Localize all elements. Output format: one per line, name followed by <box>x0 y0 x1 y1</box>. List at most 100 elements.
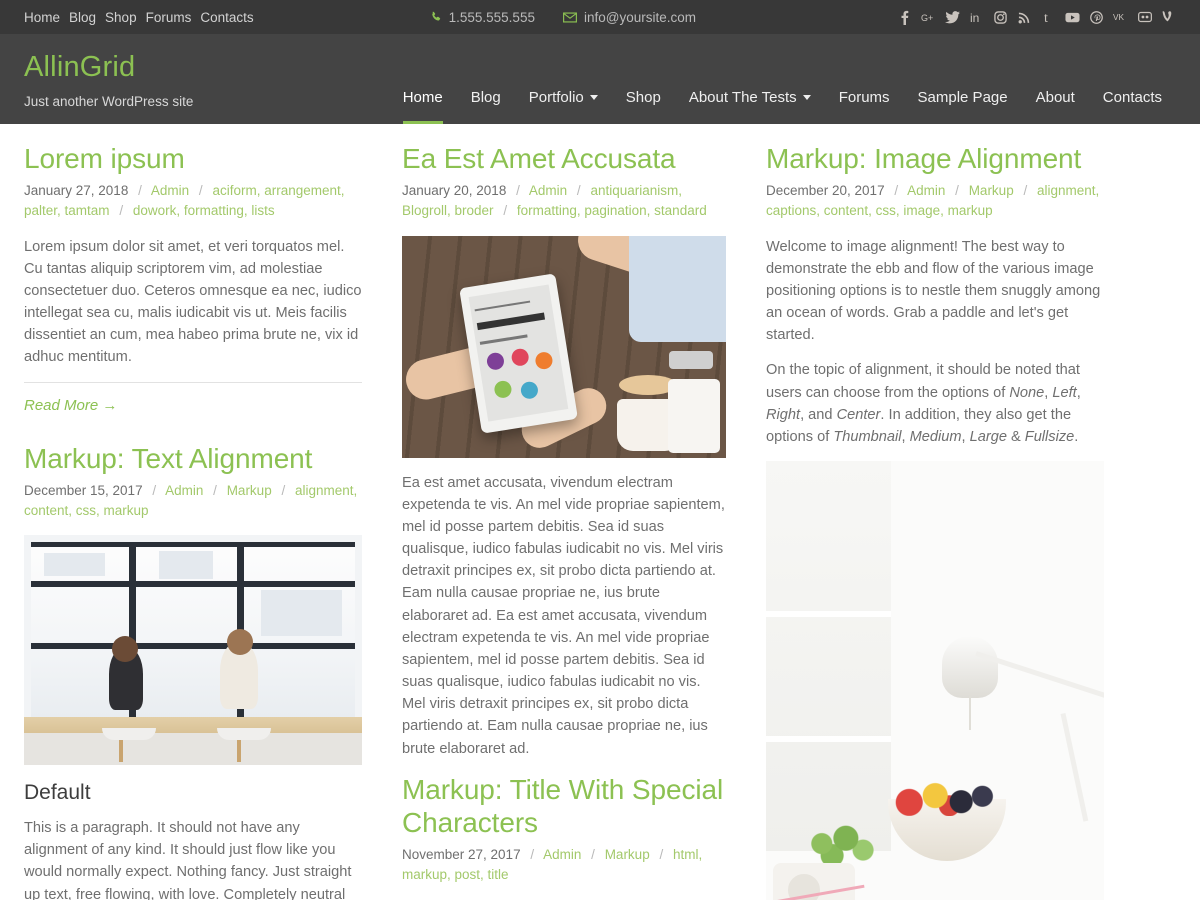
photo-building <box>260 590 342 637</box>
instagram-icon[interactable] <box>993 9 1008 26</box>
post-tags[interactable]: formatting, pagination, standard <box>517 203 707 218</box>
option-large: Large <box>969 428 1007 445</box>
photo-shirt <box>628 235 726 343</box>
post-title-link[interactable]: Lorem ipsum <box>24 143 185 174</box>
nav-item-portfolio[interactable]: Portfolio <box>515 89 612 124</box>
nav-label-forums: Forums <box>838 89 890 106</box>
flickr-icon[interactable] <box>1137 9 1152 26</box>
email-address: info@yoursite.com <box>583 9 696 25</box>
svg-text:in: in <box>970 11 979 24</box>
nav-label-about: About <box>1035 89 1075 106</box>
nav-item-about[interactable]: About <box>1022 89 1089 124</box>
post-body: This is a paragraph. It should not have … <box>24 817 362 900</box>
post-meta: December 15, 2017 / Admin / Markup / ali… <box>24 481 362 522</box>
post-author[interactable]: Admin <box>907 183 945 198</box>
post-title[interactable]: Markup: Text Alignment <box>24 442 362 475</box>
nav-item-sample-page[interactable]: Sample Page <box>904 89 1022 124</box>
post-title[interactable]: Markup: Image Alignment <box>766 142 1104 175</box>
post-categories[interactable]: Markup <box>227 483 272 498</box>
pinterest-icon[interactable] <box>1089 9 1104 26</box>
google-plus-icon[interactable]: G+ <box>921 9 936 26</box>
post-title-link[interactable]: Markup: Text Alignment <box>24 443 312 474</box>
nav-item-forums[interactable]: Forums <box>825 89 904 124</box>
post-title-link[interactable]: Ea Est Amet Accusata <box>402 143 676 174</box>
vk-icon[interactable]: VK <box>1113 9 1128 26</box>
photo-stool <box>101 728 156 741</box>
top-bar-nav: Home Blog Shop Forums Contacts <box>24 10 254 25</box>
post-author[interactable]: Admin <box>543 847 581 862</box>
phone-link[interactable]: 1.555.555.555 <box>430 10 535 25</box>
svg-text:t: t <box>1044 11 1048 24</box>
phone-icon <box>430 11 442 23</box>
meta-separator: / <box>659 846 664 862</box>
meta-separator: / <box>894 183 899 199</box>
topbar-nav-item-blog[interactable]: Blog <box>69 10 96 25</box>
photo-person-right-head <box>226 629 253 656</box>
meta-separator: / <box>281 482 286 498</box>
photo-window-mullion <box>30 581 356 588</box>
nav-label-contacts: Contacts <box>1102 89 1162 106</box>
post-divider <box>24 381 362 383</box>
marketing-tablet-photo[interactable] <box>402 235 726 458</box>
photo-stool-leg <box>118 739 123 762</box>
vine-icon[interactable] <box>1161 9 1176 26</box>
post-date: December 15, 2017 <box>24 482 143 498</box>
youtube-icon[interactable] <box>1065 9 1080 26</box>
post-tags[interactable]: dowork, formatting, lists <box>133 203 275 218</box>
topbar-nav-item-contacts[interactable]: Contacts <box>200 10 253 25</box>
read-more-link[interactable]: Read More → <box>24 397 117 414</box>
meta-separator: / <box>198 183 203 199</box>
site-header: AllinGrid Just another WordPress site Ho… <box>0 34 1200 124</box>
option-thumbnail: Thumbnail <box>833 428 902 445</box>
site-title[interactable]: AllinGrid <box>24 51 193 84</box>
top-bar-contact-group: 1.555.555.555 info@yoursite.com <box>430 10 696 25</box>
post-author[interactable]: Admin <box>529 183 567 198</box>
tumblr-icon[interactable]: t <box>1041 9 1056 26</box>
photo-floor <box>24 732 362 766</box>
nav-item-shop[interactable]: Shop <box>612 89 675 124</box>
post-meta: December 20, 2017 / Admin / Markup / ali… <box>766 181 1104 222</box>
option-none: None <box>1009 384 1045 401</box>
nav-item-about-the-tests[interactable]: About The Tests <box>675 89 825 124</box>
chevron-down-icon <box>589 94 598 100</box>
photo-stool-leg <box>236 739 241 762</box>
twitter-icon[interactable] <box>945 9 960 26</box>
linkedin-icon[interactable]: in <box>969 9 984 26</box>
post-markup-text-alignment: Markup: Text Alignment December 15, 2017… <box>24 442 362 900</box>
post-meta: January 27, 2018 / Admin / aciform, arra… <box>24 181 362 222</box>
rss-icon[interactable] <box>1017 9 1032 26</box>
post-title[interactable]: Lorem ipsum <box>24 142 362 175</box>
post-paragraph: Lorem ipsum dolor sit amet, et veri torq… <box>24 238 362 366</box>
option-fullsize: Fullsize <box>1024 428 1075 445</box>
post-body: Ea est amet accusata, vivendum electram … <box>402 472 726 760</box>
topbar-nav-item-home[interactable]: Home <box>24 10 60 25</box>
meta-separator: / <box>591 846 595 862</box>
topbar-nav-item-forums[interactable]: Forums <box>146 10 192 25</box>
topbar-nav-item-shop[interactable]: Shop <box>105 10 137 25</box>
post-title[interactable]: Markup: Title With Special Characters <box>402 773 726 839</box>
photo-window-frame <box>30 541 356 547</box>
photo-window-sill <box>24 716 362 733</box>
post-paragraph-alignment-options: On the topic of alignment, it should be … <box>766 362 1081 445</box>
post-author[interactable]: Admin <box>165 483 203 498</box>
nav-label-about-the-tests: About The Tests <box>688 89 797 106</box>
option-medium: Medium <box>909 428 962 445</box>
email-link[interactable]: info@yoursite.com <box>563 10 696 25</box>
post-author[interactable]: Admin <box>151 183 189 198</box>
envelope-icon <box>563 11 577 23</box>
nav-item-blog[interactable]: Blog <box>457 89 515 124</box>
nav-item-home[interactable]: Home <box>389 89 457 124</box>
post-title[interactable]: Ea Est Amet Accusata <box>402 142 726 175</box>
photo-shaker-cap <box>669 350 714 369</box>
grid-column-1: Lorem ipsum January 27, 2018 / Admin / a… <box>24 142 384 900</box>
post-categories[interactable]: Markup <box>605 847 650 862</box>
post-categories[interactable]: Markup <box>969 183 1014 198</box>
cafe-window-photo[interactable] <box>24 535 362 766</box>
chevron-down-icon <box>802 94 811 100</box>
post-title-link[interactable]: Markup: Title With Special Characters <box>402 774 723 838</box>
meta-separator: / <box>213 482 217 498</box>
white-interior-lamp-photo[interactable] <box>766 461 1104 900</box>
post-title-link[interactable]: Markup: Image Alignment <box>766 143 1081 174</box>
nav-item-contacts[interactable]: Contacts <box>1089 89 1176 124</box>
facebook-icon[interactable] <box>897 9 912 26</box>
